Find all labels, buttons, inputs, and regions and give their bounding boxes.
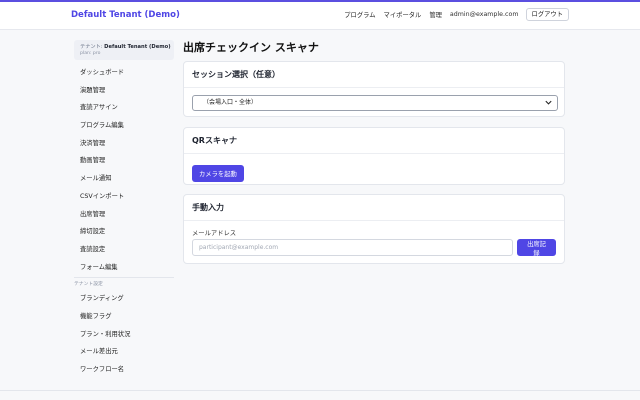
- sidebar-item-workflow-name[interactable]: ワークフロー名: [74, 361, 174, 379]
- sidebar-item-form-edit[interactable]: フォーム編集: [74, 259, 174, 277]
- sidebar-item-attendance[interactable]: 出席管理: [74, 206, 174, 224]
- tenant-info: テナント: Default Tenant (Demo) plan: pro: [74, 40, 174, 60]
- sidebar-item-branding[interactable]: ブランディング: [74, 290, 174, 308]
- sidebar-item-email[interactable]: メール通知: [74, 170, 174, 188]
- session-card-title: セッション選択（任意）: [184, 62, 564, 88]
- chevron-down-icon: [545, 100, 552, 105]
- sidebar-item-plan-usage[interactable]: プラン・利用状況: [74, 326, 174, 344]
- sidebar-menu: ダッシュボード 演題管理 査読アサイン プログラム編集 決済管理 動画管理 メー…: [74, 64, 174, 276]
- settings-menu: ブランディング 機能フラグ プラン・利用状況 メール差出元 ワークフロー名: [74, 290, 174, 378]
- manual-card-title: 手動入力: [184, 195, 564, 221]
- tenant-name: Default Tenant (Demo): [104, 44, 171, 50]
- qr-card-body: カメラを起動: [184, 154, 564, 189]
- qr-card-title: QRスキャナ: [184, 128, 564, 154]
- session-select-value: （会場入口・全体）: [203, 99, 258, 106]
- sidebar-item-deadlines[interactable]: 締切設定: [74, 223, 174, 241]
- sidebar: テナント: Default Tenant (Demo) plan: pro ダッ…: [74, 40, 174, 379]
- sidebar-divider: [74, 277, 174, 279]
- qr-card: QRスキャナ カメラを起動: [183, 127, 565, 185]
- tenant-prefix: テナント:: [80, 44, 105, 50]
- sidebar-item-program-edit[interactable]: プログラム編集: [74, 117, 174, 135]
- sidebar-item-abstracts[interactable]: 演題管理: [74, 82, 174, 100]
- sidebar-item-csv-import[interactable]: CSVインポート: [74, 188, 174, 206]
- email-field-label: メールアドレス: [192, 230, 237, 237]
- email-field[interactable]: [192, 239, 514, 256]
- record-attendance-button[interactable]: 出席記録: [517, 239, 556, 257]
- top-nav: プログラム マイポータル 管理 admin@example.com ログアウト: [336, 8, 569, 21]
- tenant-settings-label: テナント設定: [74, 282, 103, 288]
- session-select[interactable]: （会場入口・全体）: [192, 95, 558, 111]
- user-email: admin@example.com: [449, 11, 519, 18]
- top-navbar: Default Tenant (Demo) プログラム マイポータル 管理 ad…: [0, 0, 640, 30]
- sidebar-item-review-assign[interactable]: 査読アサイン: [74, 99, 174, 117]
- manual-card-body: メールアドレス 出席記録: [184, 221, 564, 263]
- page-title: 出席チェックイン スキャナ: [183, 41, 319, 54]
- manual-row: 出席記録: [192, 239, 556, 257]
- session-card: セッション選択（任意） （会場入口・全体）: [183, 61, 565, 117]
- tenant-line: テナント: Default Tenant (Demo): [80, 43, 171, 50]
- logout-button[interactable]: ログアウト: [525, 8, 569, 21]
- manual-card: 手動入力 メールアドレス 出席記録: [183, 194, 565, 264]
- sidebar-item-feature-flags[interactable]: 機能フラグ: [74, 308, 174, 326]
- session-card-body: （会場入口・全体）: [184, 88, 564, 118]
- sidebar-item-review-settings[interactable]: 査読設定: [74, 241, 174, 259]
- sidebar-item-payments[interactable]: 決済管理: [74, 135, 174, 153]
- sidebar-item-email-sender[interactable]: メール差出元: [74, 343, 174, 361]
- sidebar-item-videos[interactable]: 動画管理: [74, 152, 174, 170]
- start-camera-button[interactable]: カメラを起動: [192, 165, 244, 182]
- sidebar-item-dashboard[interactable]: ダッシュボード: [74, 64, 174, 82]
- footer-divider: [0, 390, 640, 391]
- nav-link-my-portal[interactable]: マイポータル: [384, 10, 422, 19]
- nav-link-admin[interactable]: 管理: [429, 10, 442, 19]
- nav-link-program[interactable]: プログラム: [344, 10, 375, 19]
- brand-link[interactable]: Default Tenant (Demo): [71, 10, 180, 20]
- tenant-plan: plan: pro: [80, 51, 101, 56]
